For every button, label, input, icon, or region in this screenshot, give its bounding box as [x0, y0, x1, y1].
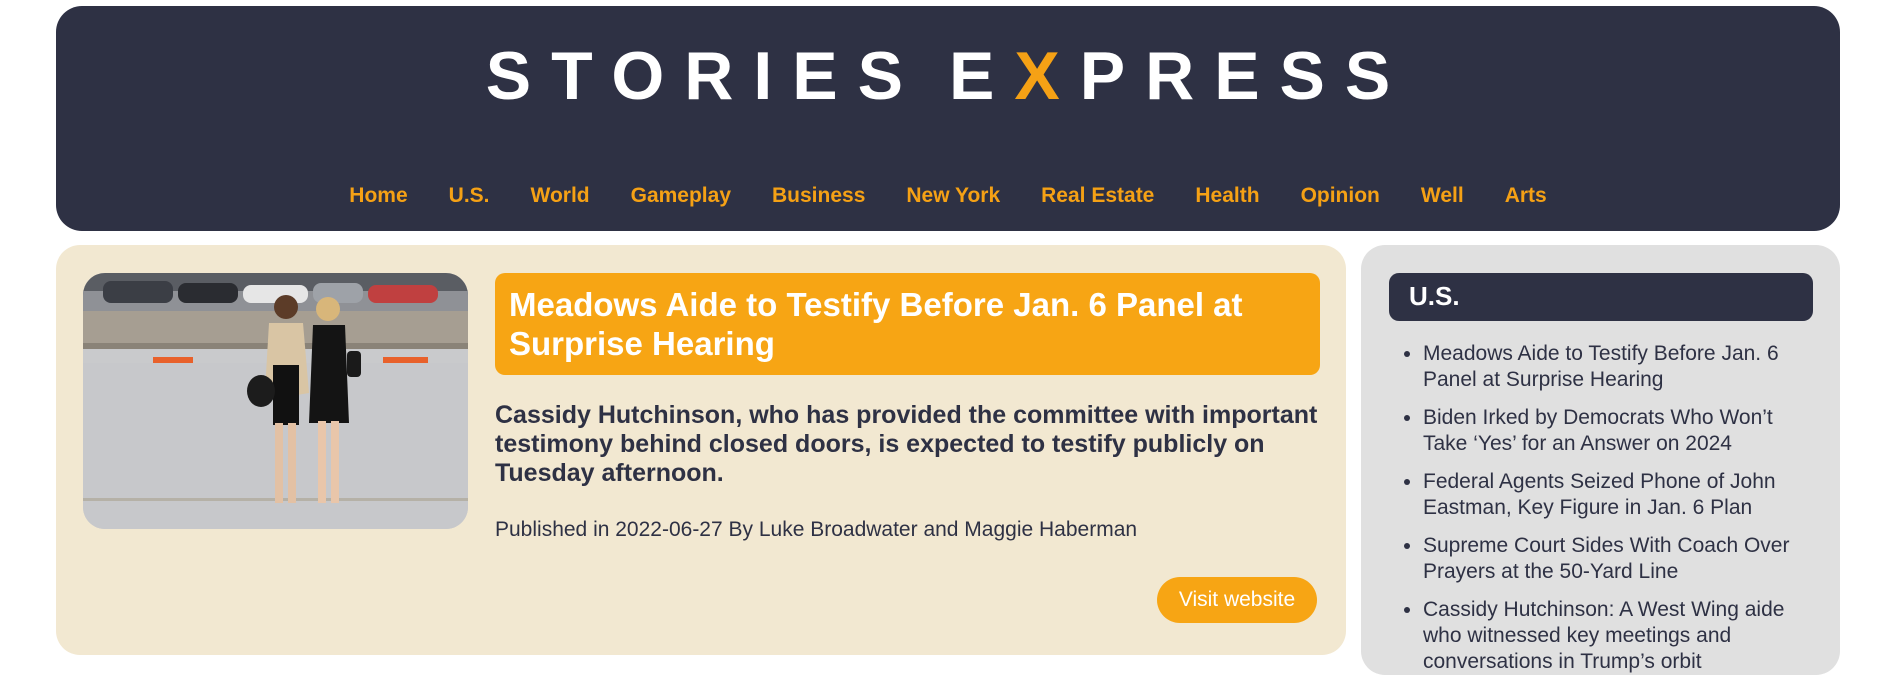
- nav-opinion[interactable]: Opinion: [1301, 178, 1380, 214]
- nav-world[interactable]: World: [531, 178, 590, 214]
- article-photo[interactable]: [83, 273, 468, 529]
- site-logo[interactable]: STORIES EXPRESS: [56, 34, 1840, 118]
- nav-business[interactable]: Business: [772, 178, 865, 214]
- logo-letter-e: E: [949, 38, 1015, 114]
- sidebar-us-section: U.S. Meadows Aide to Testify Before Jan.…: [1361, 245, 1840, 675]
- nav-home[interactable]: Home: [349, 178, 407, 214]
- sidebar-headline-list: Meadows Aide to Testify Before Jan. 6 Pa…: [1423, 341, 1803, 675]
- featured-article-card: Meadows Aide to Testify Before Jan. 6 Pa…: [56, 245, 1346, 655]
- visit-website-button[interactable]: Visit website: [1157, 577, 1317, 623]
- nav-well[interactable]: Well: [1421, 178, 1464, 214]
- logo-word-press: PRESS: [1079, 38, 1411, 114]
- sidebar-headline-item[interactable]: Meadows Aide to Testify Before Jan. 6 Pa…: [1423, 341, 1803, 393]
- nav-us[interactable]: U.S.: [449, 178, 490, 214]
- sidebar-headline-item[interactable]: Supreme Court Sides With Coach Over Pray…: [1423, 533, 1803, 585]
- nav-arts[interactable]: Arts: [1505, 178, 1547, 214]
- sidebar-headline-item[interactable]: Biden Irked by Democrats Who Won’t Take …: [1423, 405, 1803, 457]
- article-summary: Cassidy Hutchinson, who has provided the…: [495, 401, 1318, 487]
- nav-health[interactable]: Health: [1195, 178, 1259, 214]
- article-title[interactable]: Meadows Aide to Testify Before Jan. 6 Pa…: [495, 273, 1320, 375]
- sidebar-headline-item[interactable]: Federal Agents Seized Phone of John East…: [1423, 469, 1803, 521]
- nav-real-estate[interactable]: Real Estate: [1041, 178, 1154, 214]
- logo-letter-x: X: [1014, 38, 1080, 114]
- nav-new-york[interactable]: New York: [906, 178, 1000, 214]
- sidebar-title: U.S.: [1389, 273, 1813, 321]
- main-nav: Home U.S. World Gameplay Business New Yo…: [56, 178, 1840, 214]
- sidebar-headline-item[interactable]: Cassidy Hutchinson: A West Wing aide who…: [1423, 597, 1803, 675]
- article-photo-illustration: [83, 273, 468, 529]
- nav-gameplay[interactable]: Gameplay: [631, 178, 731, 214]
- article-byline: Published in 2022-06-27 By Luke Broadwat…: [495, 518, 1138, 541]
- logo-word-stories: STORIES: [485, 38, 924, 114]
- site-header: STORIES EXPRESS Home U.S. World Gameplay …: [56, 6, 1840, 231]
